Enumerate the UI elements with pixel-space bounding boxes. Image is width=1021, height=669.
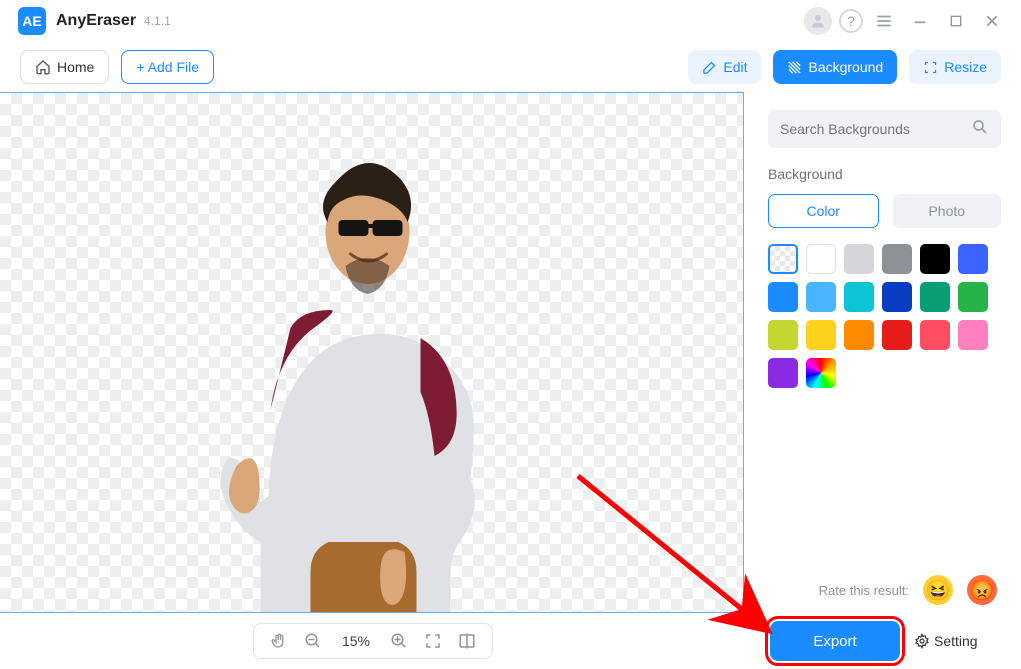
- swatch-coral[interactable]: [920, 320, 950, 350]
- side-panel: Background Color Photo: [744, 92, 1021, 613]
- swatch-blue-600[interactable]: [958, 244, 988, 274]
- tab-color[interactable]: Color: [768, 194, 879, 228]
- top-toolbar: Home + Add File Edit Background Resize: [0, 42, 1021, 92]
- swatch-purple[interactable]: [768, 358, 798, 388]
- swatch-light-gray[interactable]: [844, 244, 874, 274]
- swatch-yellow[interactable]: [806, 320, 836, 350]
- rate-mad-icon[interactable]: 😡: [967, 575, 997, 605]
- search-icon: [971, 118, 989, 141]
- swatch-black[interactable]: [920, 244, 950, 274]
- rate-happy-icon[interactable]: 😆: [923, 575, 953, 605]
- swatch-gray[interactable]: [882, 244, 912, 274]
- swatch-teal[interactable]: [844, 282, 874, 312]
- add-file-button[interactable]: + Add File: [121, 50, 214, 84]
- edit-tab[interactable]: Edit: [688, 50, 761, 84]
- subject-image: [190, 142, 520, 612]
- rate-row: Rate this result: 😆 😡: [819, 575, 997, 605]
- zoom-out-icon[interactable]: [304, 632, 322, 650]
- menu-icon[interactable]: [869, 6, 899, 36]
- app-version: 4.1.1: [144, 14, 171, 28]
- search-input[interactable]: [780, 121, 961, 137]
- resize-tab[interactable]: Resize: [909, 50, 1001, 84]
- home-button[interactable]: Home: [20, 50, 109, 84]
- swatch-orange[interactable]: [844, 320, 874, 350]
- app-name: AnyEraser: [56, 12, 136, 30]
- help-icon[interactable]: ?: [839, 9, 863, 33]
- home-label: Home: [57, 59, 94, 75]
- search-backgrounds[interactable]: [768, 110, 1001, 148]
- rate-label: Rate this result:: [819, 583, 909, 598]
- swatch-green[interactable]: [958, 282, 988, 312]
- swatch-white[interactable]: [806, 244, 836, 274]
- edit-label: Edit: [723, 59, 747, 75]
- title-bar: AE AnyEraser 4.1.1 ?: [0, 0, 1021, 42]
- maximize-icon[interactable]: [941, 6, 971, 36]
- swatch-custom-color[interactable]: [806, 358, 836, 388]
- canvas[interactable]: [0, 92, 744, 613]
- background-label: Background: [808, 59, 883, 75]
- add-file-label: + Add File: [136, 59, 199, 75]
- swatch-pink[interactable]: [958, 320, 988, 350]
- background-tab[interactable]: Background: [773, 50, 897, 84]
- app-logo: AE: [18, 7, 46, 35]
- swatch-lime[interactable]: [768, 320, 798, 350]
- swatch-emerald[interactable]: [920, 282, 950, 312]
- swatch-transparent[interactable]: [768, 244, 798, 274]
- compare-icon[interactable]: [458, 632, 476, 650]
- minimize-icon[interactable]: [905, 6, 935, 36]
- resize-label: Resize: [944, 59, 987, 75]
- setting-label: Setting: [934, 633, 978, 649]
- export-button[interactable]: Export: [770, 621, 900, 661]
- account-icon[interactable]: [803, 6, 833, 36]
- tab-photo[interactable]: Photo: [893, 194, 1002, 228]
- setting-link[interactable]: Setting: [914, 633, 978, 649]
- color-swatches: [768, 244, 1001, 388]
- hand-tool-icon[interactable]: [270, 632, 288, 650]
- swatch-blue-500[interactable]: [768, 282, 798, 312]
- swatch-navy[interactable]: [882, 282, 912, 312]
- swatch-red[interactable]: [882, 320, 912, 350]
- swatch-sky[interactable]: [806, 282, 836, 312]
- gear-icon: [914, 633, 930, 649]
- zoom-toolbar: 15%: [0, 613, 746, 669]
- zoom-percent: 15%: [338, 633, 374, 649]
- fit-screen-icon[interactable]: [424, 632, 442, 650]
- close-icon[interactable]: [977, 6, 1007, 36]
- zoom-in-icon[interactable]: [390, 632, 408, 650]
- background-section-label: Background: [768, 166, 1001, 182]
